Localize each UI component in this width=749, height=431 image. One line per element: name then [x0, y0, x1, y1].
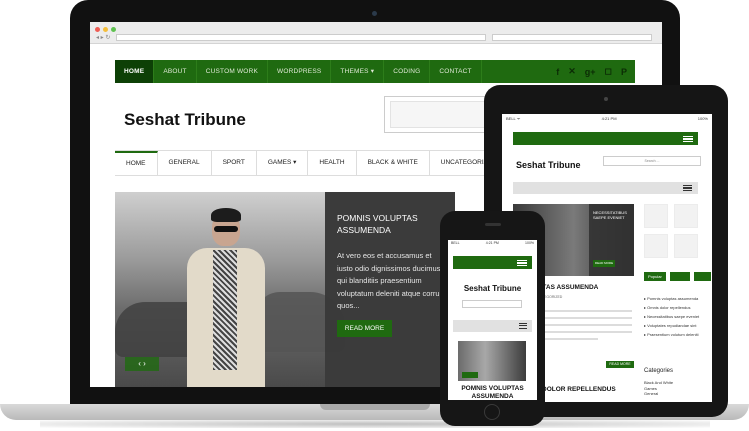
close-window-icon[interactable] [95, 27, 100, 32]
tablet-category-bar[interactable] [513, 182, 698, 194]
slide-title[interactable]: POMNIS VOLUPTAS ASSUMENDA [337, 212, 447, 236]
topnav-wordpress[interactable]: WORDPRESS [268, 60, 332, 83]
browser-nav-buttons[interactable]: ◂ ▸ ↻ [96, 34, 110, 41]
mainnav-home[interactable]: HOME [115, 151, 158, 175]
categories-heading: Categories [644, 368, 674, 374]
read-more-button[interactable]: READ MORE [337, 320, 392, 337]
tablet-widget-list: ▸ Pomnis voluptas assumenda ▸ Omnis dolo… [644, 296, 706, 341]
laptop-notch [320, 404, 430, 410]
list-item[interactable]: ▸ Praesentium volutum deleniti [644, 332, 706, 337]
minimize-window-icon[interactable] [103, 27, 108, 32]
list-item[interactable]: ▸ Omnis dolor repellendus [644, 305, 706, 310]
instagram-icon[interactable]: ◻ [605, 66, 612, 77]
pinterest-icon[interactable]: P [621, 67, 627, 77]
topnav-about[interactable]: ABOUT [154, 60, 197, 83]
slider-arrows[interactable]: ‹ › [125, 357, 159, 371]
clock-label: 4:21 PM [485, 241, 499, 245]
tab-popular[interactable]: Popular [644, 272, 666, 281]
hamburger-menu-icon[interactable] [519, 323, 527, 329]
mainnav-health[interactable]: HEALTH [308, 151, 357, 175]
slide-caption: POMNIS VOLUPTAS ASSUMENDA At vero eos et… [325, 192, 455, 387]
topnav-themes[interactable]: THEMES ▾ [331, 60, 385, 83]
slide-photo-person [185, 208, 265, 387]
ad-slot [644, 234, 668, 258]
tab-tags[interactable]: Tags [694, 272, 711, 281]
tablet-search-input[interactable]: Search ... [603, 156, 701, 166]
slide-excerpt: At vero eos et accusamus et iusto odio d… [337, 251, 448, 310]
tablet-menu-bar[interactable] [513, 132, 698, 145]
list-item[interactable]: ▸ Pomnis voluptas assumenda [644, 296, 706, 301]
category-link[interactable]: General [644, 391, 673, 397]
battery-label: 100% [525, 241, 534, 245]
phone-search-input[interactable] [462, 300, 522, 308]
category-link[interactable]: Black And White [644, 380, 673, 386]
categories-list: Black And White Games General [644, 380, 673, 397]
tablet-post-read-more[interactable]: READ MORE [606, 361, 634, 368]
mainnav-general[interactable]: GENERAL [158, 151, 212, 175]
mainnav-games[interactable]: GAMES ▾ [257, 151, 309, 175]
main-navigation: HOME GENERAL SPORT GAMES ▾ HEALTH BLACK … [115, 150, 509, 176]
hamburger-menu-icon[interactable] [683, 185, 692, 191]
list-item[interactable]: ▸ Necessitatibus saepe eveniet [644, 314, 706, 319]
tablet-status-bar: BELL ᯤ 4:21 PM 100% [502, 114, 712, 122]
carrier-label: BELL [451, 241, 460, 245]
address-bar[interactable] [116, 34, 486, 41]
featured-slider[interactable]: POMNIS VOLUPTAS ASSUMENDA At vero eos et… [115, 192, 455, 387]
tablet-slide-caption: NECESSITATIBUS SAEPE EVENIET READ MORE [589, 204, 634, 276]
tablet-slide-title[interactable]: NECESSITATIBUS SAEPE EVENIET [593, 210, 631, 220]
phone-screen: BELL 4:21 PM 100% Seshat Tribune POMNIS … [448, 240, 537, 400]
social-links: f ✕ g+ ◻ P [556, 60, 627, 83]
ad-slot [674, 234, 698, 258]
tab-recent[interactable]: Recent [669, 272, 691, 281]
topnav-home[interactable]: HOME [115, 60, 155, 83]
tablet-read-more-button[interactable]: READ MORE [593, 260, 615, 267]
twitter-icon[interactable]: ✕ [568, 66, 576, 77]
tablet-widget-tabs: Popular Recent Tags [644, 272, 711, 281]
camera-icon [604, 97, 608, 101]
hamburger-menu-icon[interactable] [683, 135, 693, 142]
facebook-icon[interactable]: f [556, 67, 559, 77]
laptop-shadow [40, 420, 710, 428]
browser-chrome: ◂ ▸ ↻ [90, 22, 662, 44]
responsive-mockup: ◂ ▸ ↻ HOME ABOUT CUSTOM WORK WORDPRESS T… [0, 0, 749, 431]
clock-label: 4:21 PM [601, 116, 617, 121]
site-title[interactable]: Seshat Tribune [124, 110, 246, 130]
phone-status-bar: BELL 4:21 PM 100% [448, 240, 537, 247]
maximize-window-icon[interactable] [111, 27, 116, 32]
battery-label: 100% [697, 116, 708, 121]
topnav-custom-work[interactable]: CUSTOM WORK [197, 60, 268, 83]
phone-slider[interactable] [458, 341, 526, 381]
phone-speaker [485, 223, 501, 226]
mainnav-black-white[interactable]: BLACK & WHITE [357, 151, 430, 175]
hamburger-menu-icon[interactable] [517, 259, 527, 266]
topnav-contact[interactable]: CONTACT [430, 60, 482, 83]
top-navigation: HOME ABOUT CUSTOM WORK WORDPRESS THEMES … [115, 60, 635, 83]
ad-slot [644, 204, 668, 228]
home-button-icon[interactable] [484, 404, 500, 420]
tablet-site-title[interactable]: Seshat Tribune [516, 160, 581, 170]
camera-icon [372, 11, 377, 16]
phone-category-bar[interactable] [453, 320, 532, 332]
carrier-label: BELL ᯤ [506, 116, 521, 121]
ad-slot [674, 204, 698, 228]
browser-search-field[interactable] [492, 34, 652, 41]
phone-menu-bar[interactable] [453, 256, 532, 269]
tablet-post2-title[interactable]: DOLOR REPELLENDUS [542, 386, 616, 393]
list-item[interactable]: ▸ Voluptates repudiandae sint [644, 323, 706, 328]
phone-site-title[interactable]: Seshat Tribune [448, 284, 537, 293]
phone-post-title[interactable]: POMNIS VOLUPTAS ASSUMENDA [448, 385, 537, 400]
googleplus-icon[interactable]: g+ [585, 67, 596, 77]
mainnav-sport[interactable]: SPORT [212, 151, 257, 175]
slider-arrows[interactable] [462, 372, 478, 378]
topnav-coding[interactable]: CODING [384, 60, 431, 83]
